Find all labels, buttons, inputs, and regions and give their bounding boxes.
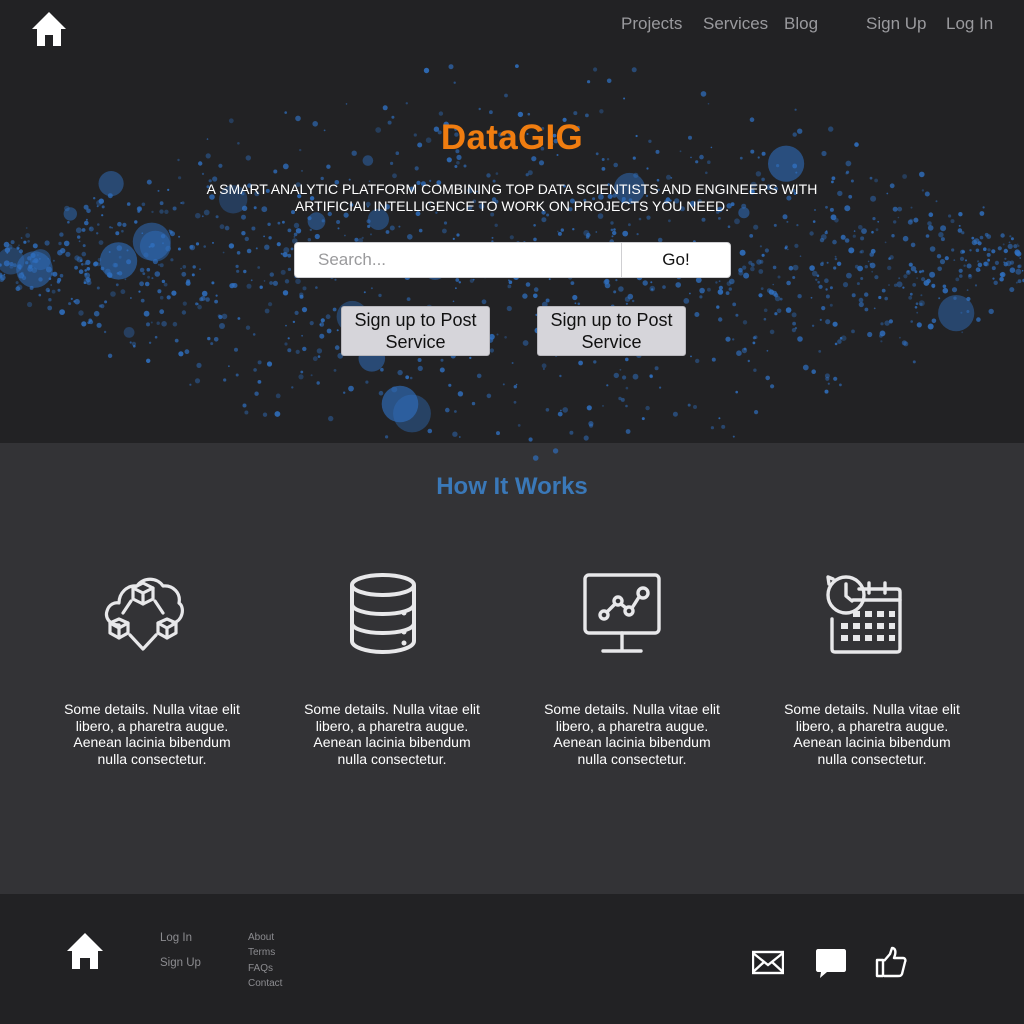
cloud-network-icon <box>104 577 184 651</box>
nav-link-projects[interactable]: Projects <box>621 14 682 34</box>
feature-description: Some details. Nulla vitae elit libero, a… <box>64 701 240 767</box>
home-icon[interactable] <box>65 931 105 971</box>
footer-link-faqs[interactable]: FAQs <box>248 963 273 974</box>
analytics-monitor-icon <box>583 573 661 653</box>
section-title: How It Works <box>436 473 588 500</box>
footer-link-terms[interactable]: Terms <box>248 947 275 958</box>
mail-icon[interactable] <box>752 946 784 978</box>
how-it-works-section: How It Works Some details. Nulla vitae e… <box>0 443 1024 894</box>
home-icon[interactable] <box>30 10 68 48</box>
chat-icon[interactable] <box>815 946 847 978</box>
footer-link-contact[interactable]: Contact <box>248 978 282 989</box>
feature-description: Some details. Nulla vitae elit libero, a… <box>544 701 720 767</box>
calendar-clock-icon <box>826 575 902 654</box>
hero-section <box>0 0 1024 443</box>
hero-tagline: A smart analytic platform combining top … <box>206 181 818 214</box>
search-go-button[interactable]: Go! <box>621 243 730 277</box>
nav-link-services[interactable]: Services <box>703 14 768 34</box>
nav-link-sign-up[interactable]: Sign Up <box>866 14 926 34</box>
cta-sign-up-post-service-right[interactable]: Sign up to Post Service <box>537 306 686 356</box>
database-icon <box>350 573 416 655</box>
footer-link-sign-up[interactable]: Sign Up <box>160 957 201 969</box>
search-input[interactable] <box>295 243 621 277</box>
cta-sign-up-post-service-left[interactable]: Sign up to Post Service <box>341 306 490 356</box>
feature-description: Some details. Nulla vitae elit libero, a… <box>304 701 480 767</box>
footer-link-log-in[interactable]: Log In <box>160 932 192 944</box>
search-bar: Go! <box>294 242 731 278</box>
feature-description: Some details. Nulla vitae elit libero, a… <box>784 701 960 767</box>
brand-title: DataGIG <box>440 118 584 157</box>
footer-link-about[interactable]: About <box>248 932 274 943</box>
footer: Log In Sign Up About Terms FAQs Contact <box>0 894 1024 1024</box>
thumbs-up-icon[interactable] <box>875 946 907 978</box>
nav-link-blog[interactable]: Blog <box>784 14 818 34</box>
nav-link-log-in[interactable]: Log In <box>946 14 993 34</box>
